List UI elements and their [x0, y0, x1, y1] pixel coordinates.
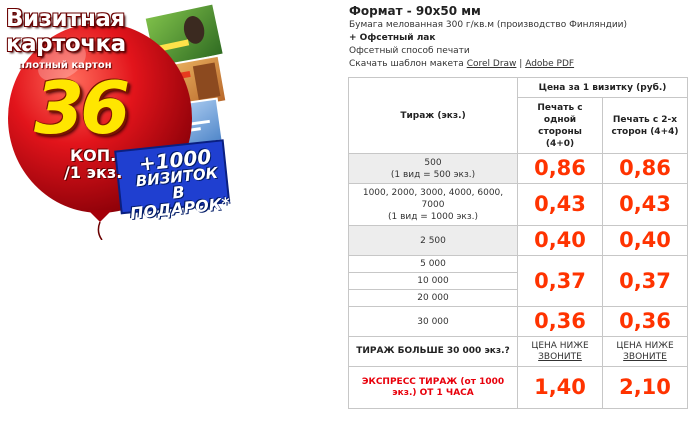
print-method: Офсетный способ печати — [349, 46, 470, 56]
header-price: Цена за 1 визитку (руб.) — [517, 77, 688, 98]
big-run-label: ТИРАЖ БОЛЬШЕ 30 000 экз.? — [348, 336, 518, 367]
promo-unit: КОП. /1 экз. — [64, 147, 123, 182]
header-one-side: Печать с одной стороны (4+0) — [517, 97, 603, 154]
qty-cell: 500 (1 вид = 500 экз.) — [348, 153, 518, 184]
price-one-side: 0,36 — [517, 306, 603, 337]
qty-note: (1 вид = 1000 экз.) — [387, 211, 479, 222]
header-qty: Тираж (экз.) — [348, 77, 518, 154]
coreldraw-template-link[interactable]: Corel Draw — [467, 59, 517, 69]
call-link[interactable]: ЗВОНИТЕ — [538, 352, 582, 362]
qty-value: 500 — [424, 157, 442, 168]
pdf-template-link[interactable]: Adobe PDF — [525, 59, 574, 69]
express-price-two-sides: 2,10 — [602, 366, 688, 409]
price-one-side: 0,86 — [517, 153, 603, 184]
price-two-sides: 0,36 — [602, 306, 688, 337]
table-row: 30 000 0,36 0,36 — [348, 306, 688, 337]
table-row-express: ЭКСПРЕСС ТИРАЖ (от 1000 экз.) ОТ 1 ЧАСА … — [348, 366, 688, 409]
lower-price-label: ЦЕНА НИЖЕ — [531, 340, 589, 351]
header-two-sides: Печать с 2-х сторон (4+4) — [602, 97, 688, 154]
promo-price: 36 — [34, 66, 130, 150]
promo-title-line2: карточка — [6, 31, 126, 57]
price-two-sides: 0,40 — [602, 225, 688, 256]
qty-note: (1 вид = 500 экз.) — [390, 169, 476, 180]
call-link[interactable]: ЗВОНИТЕ — [623, 352, 667, 362]
promo-gift: +1000 ВИЗИТОК В ПОДАРОК* — [117, 144, 238, 223]
lacquer-spec: + Офсетный лак — [349, 33, 436, 43]
express-price-one-side: 1,40 — [517, 366, 603, 409]
table-row: 500 (1 вид = 500 экз.) 0,86 0,86 — [348, 153, 688, 184]
price-table: Тираж (экз.) Цена за 1 визитку (руб.) Пе… — [348, 77, 688, 409]
express-label: ЭКСПРЕСС ТИРАЖ (от 1000 экз.) ОТ 1 ЧАСА — [348, 366, 518, 409]
promo-title-line1: Визитная — [6, 6, 125, 32]
price-two-sides: 0,43 — [602, 183, 688, 226]
table-row: 1000, 2000, 3000, 4000, 6000, 7000 (1 ви… — [348, 183, 688, 226]
qty-value: 1000, 2000, 3000, 4000, 6000, 7000 — [362, 187, 504, 210]
qty-cell: 5 000 — [348, 255, 518, 273]
price-two-sides: 0,86 — [602, 153, 688, 184]
qty-cell: 1000, 2000, 3000, 4000, 6000, 7000 (1 ви… — [348, 183, 518, 226]
call-cell-two-sides: ЦЕНА НИЖЕ ЗВОНИТЕ — [602, 336, 688, 367]
qty-cell: 30 000 — [348, 306, 518, 337]
qty-cell: 2 500 — [348, 225, 518, 256]
qty-value: 2 500 — [420, 235, 446, 246]
template-download: Скачать шаблон макета Corel Draw | Adobe… — [349, 58, 689, 71]
qty-cell: 20 000 — [348, 289, 518, 307]
price-one-side: 0,40 — [517, 225, 603, 256]
promo-banner: Визитная карточка плотный картон 36 КОП.… — [0, 0, 235, 240]
call-cell-one-side: ЦЕНА НИЖЕ ЗВОНИТЕ — [517, 336, 603, 367]
link-separator: | — [519, 59, 523, 69]
lower-price-label: ЦЕНА НИЖЕ — [616, 340, 674, 351]
paper-spec: Бумага мелованная 300 г/кв.м (производст… — [349, 20, 628, 30]
price-one-side: 0,43 — [517, 183, 603, 226]
qty-cell: 10 000 — [348, 272, 518, 290]
format-title: Формат - 90х50 мм — [349, 4, 481, 18]
product-info: Формат - 90х50 мм Бумага мелованная 300 … — [349, 3, 689, 71]
price-one-side: 0,37 — [517, 255, 603, 307]
price-two-sides: 0,37 — [602, 255, 688, 307]
promo-unit-line2: /1 экз. — [64, 162, 123, 182]
table-row: 5 000 0,37 0,37 — [348, 255, 688, 307]
table-row: 2 500 0,40 0,40 — [348, 225, 688, 256]
table-row: ТИРАЖ БОЛЬШЕ 30 000 экз.? ЦЕНА НИЖЕ ЗВОН… — [348, 336, 688, 367]
template-download-label: Скачать шаблон макета — [349, 59, 464, 69]
